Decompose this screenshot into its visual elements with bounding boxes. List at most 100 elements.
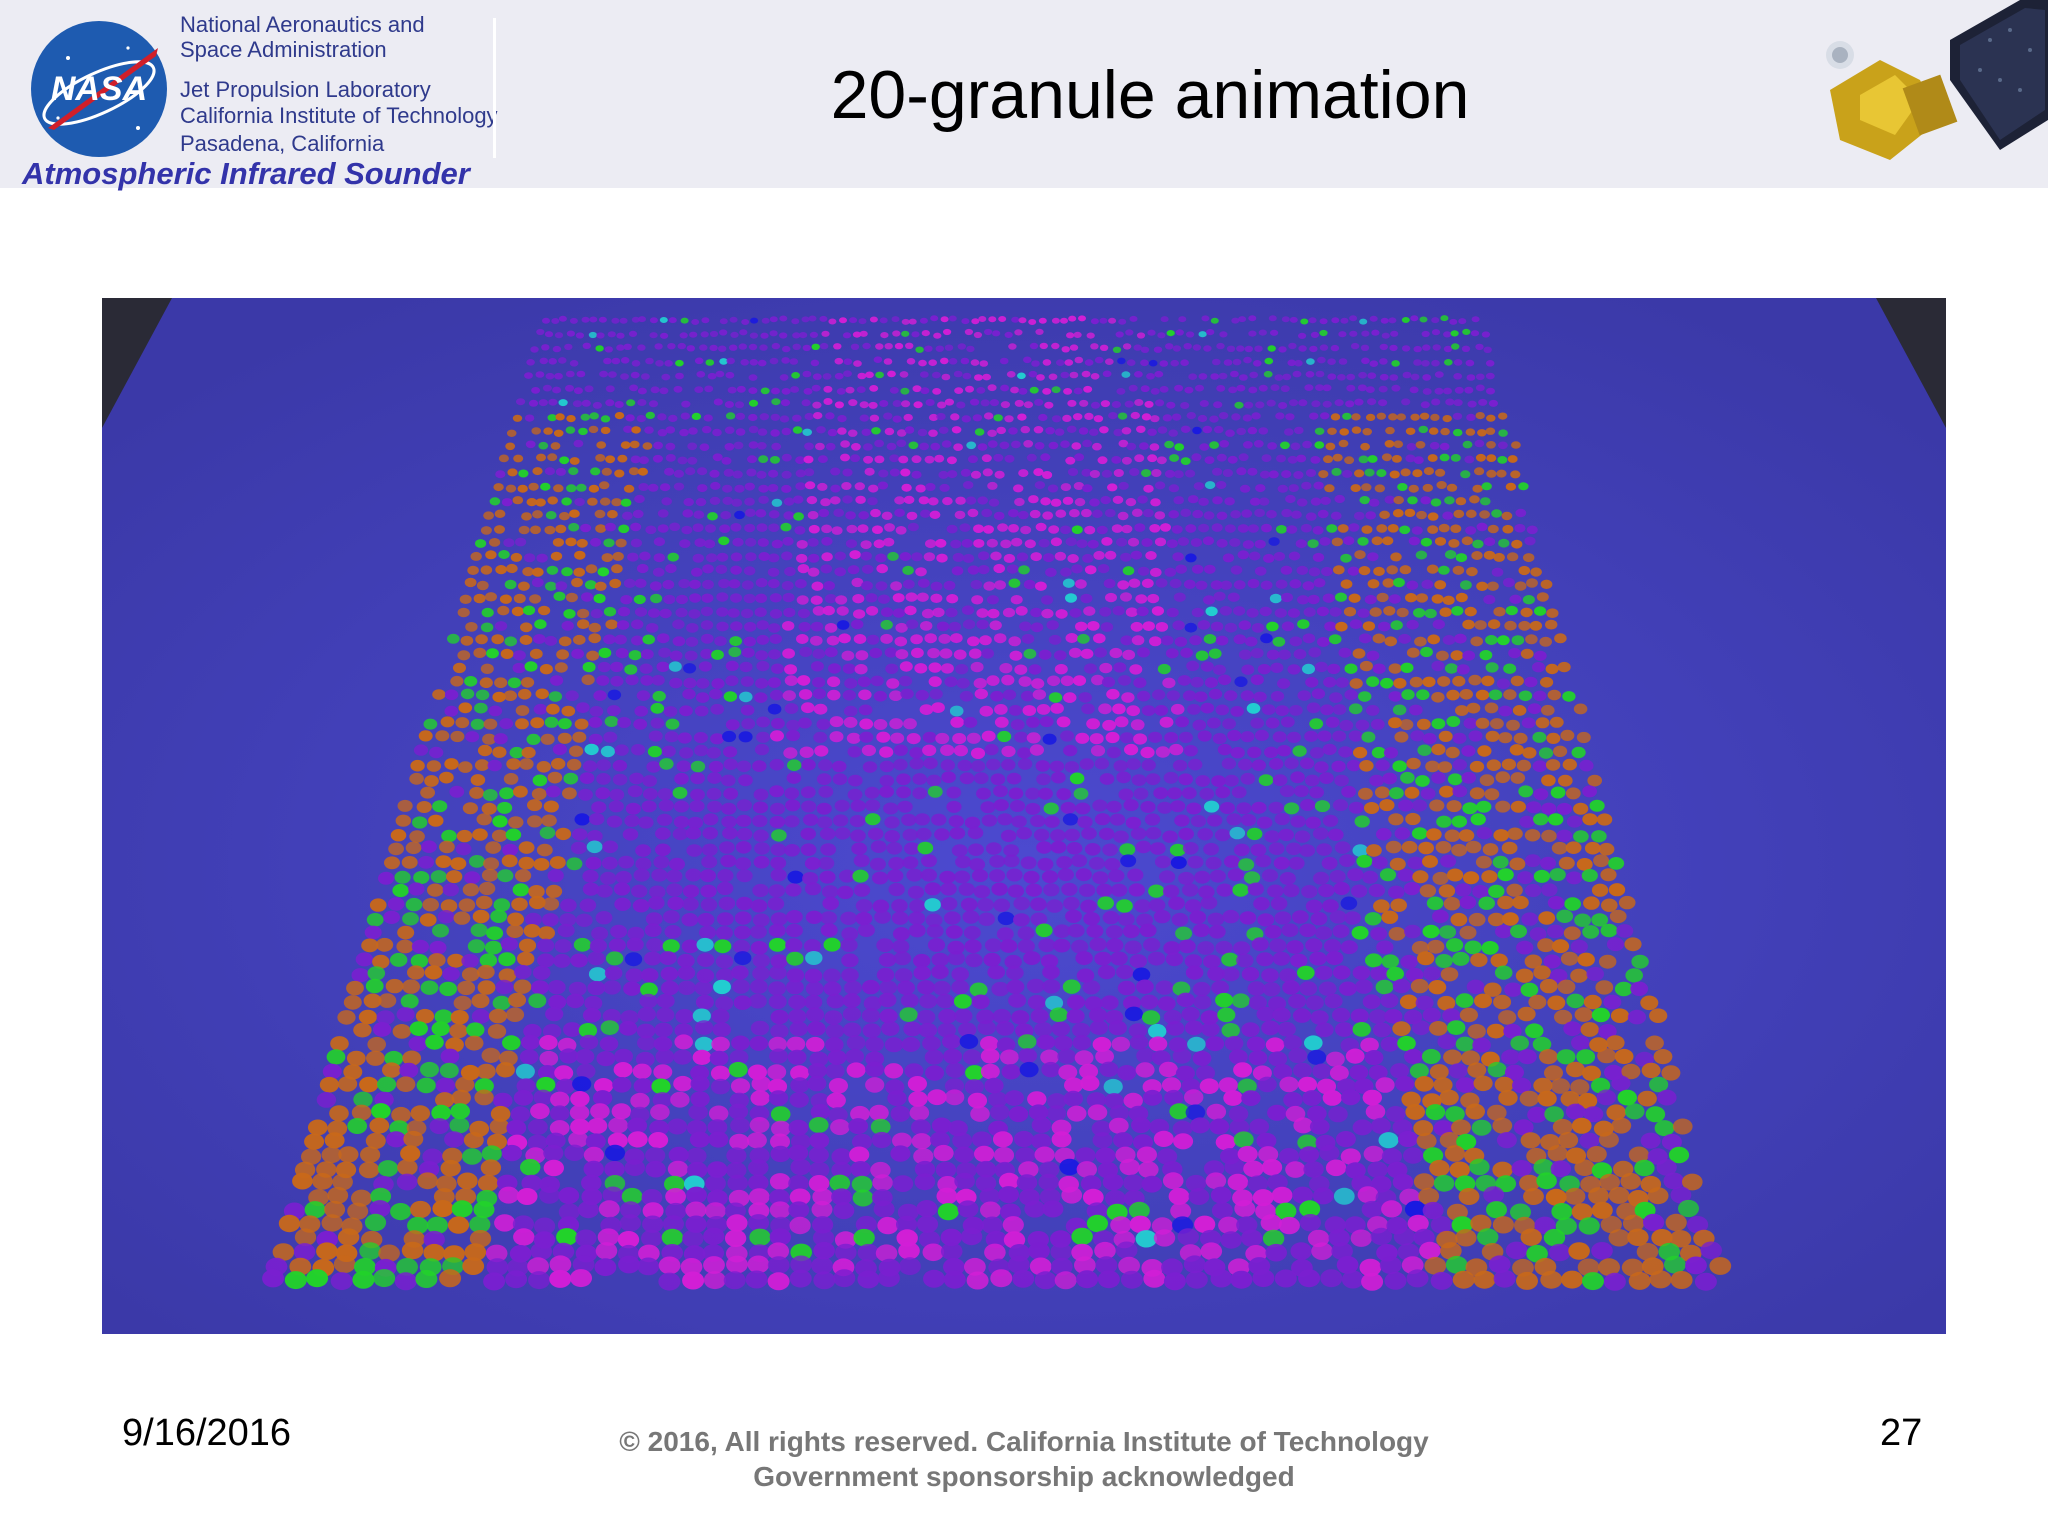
granule-point — [1342, 469, 1353, 478]
granule-point — [756, 731, 771, 743]
granule-point — [545, 1006, 564, 1022]
granule-point — [518, 525, 530, 535]
granule-point — [1362, 870, 1379, 884]
granule-point — [455, 717, 470, 729]
granule-point — [576, 483, 587, 492]
granule-point — [1358, 455, 1369, 464]
granule-point — [1406, 619, 1419, 630]
granule-point — [664, 925, 682, 939]
granule-point — [1190, 538, 1202, 547]
granule-point — [898, 675, 913, 687]
granule-point — [726, 1147, 747, 1164]
granule-point — [590, 608, 603, 619]
granule-point — [981, 730, 996, 742]
granule-point — [513, 454, 524, 463]
granule-point — [1185, 965, 1204, 980]
granule-point — [899, 661, 913, 672]
granule-point — [716, 621, 729, 632]
granule-point — [985, 842, 1002, 855]
granule-point — [622, 828, 639, 841]
granule-point — [576, 370, 586, 378]
granule-point — [1431, 359, 1440, 367]
granule-point — [526, 733, 541, 745]
granule-point — [824, 594, 837, 604]
granule-point — [530, 525, 541, 535]
granule-point — [587, 980, 606, 996]
granule-point — [801, 702, 815, 714]
granule-point — [1141, 759, 1156, 771]
granule-point — [1496, 678, 1510, 689]
granule-point — [1040, 497, 1051, 506]
granule-point — [514, 964, 532, 980]
granule-point — [1410, 730, 1425, 742]
granule-point — [1446, 938, 1464, 952]
granule-point — [902, 856, 919, 869]
granule-point — [1565, 841, 1582, 854]
granule-point — [487, 759, 502, 772]
granule-point — [813, 731, 828, 743]
granule-point — [1283, 1092, 1303, 1108]
granule-point — [1041, 595, 1053, 605]
granule-point — [964, 816, 981, 829]
granule-point — [1051, 1131, 1072, 1148]
granule-point — [1244, 636, 1258, 647]
granule-point — [958, 882, 975, 896]
granule-point — [857, 524, 869, 533]
granule-point — [1149, 636, 1162, 647]
granule-point — [1354, 469, 1365, 478]
granule-point — [490, 909, 508, 923]
granule-point — [506, 924, 524, 938]
granule-point — [752, 760, 767, 772]
granule-point — [607, 689, 622, 701]
granule-point — [996, 1021, 1015, 1036]
granule-point — [1148, 1036, 1168, 1052]
granule-point — [1269, 593, 1282, 604]
granule-point — [1562, 758, 1578, 771]
granule-point — [993, 414, 1003, 422]
granule-point — [1454, 633, 1467, 644]
granule-point — [1154, 370, 1164, 378]
granule-point — [1074, 356, 1084, 364]
granule-point — [1110, 951, 1128, 966]
granule-point — [669, 522, 681, 532]
granule-point — [553, 484, 564, 493]
granule-point — [1226, 813, 1242, 826]
granule-point — [600, 745, 615, 758]
granule-point — [1520, 1228, 1542, 1246]
granule-point — [1218, 674, 1232, 686]
granule-point — [625, 968, 644, 983]
granule-point — [1501, 511, 1513, 521]
granule-point — [1003, 854, 1020, 868]
granule-point — [1180, 359, 1189, 366]
granule-point — [1051, 386, 1061, 394]
granule-point — [1162, 830, 1178, 843]
granule-point — [1210, 373, 1220, 380]
granule-point — [1645, 1106, 1666, 1123]
granule-point — [911, 331, 920, 338]
granule-point — [1121, 427, 1132, 435]
granule-point — [1343, 536, 1355, 546]
granule-point — [1452, 785, 1468, 798]
granule-point — [502, 1035, 521, 1051]
granule-point — [1195, 384, 1204, 392]
granule-point — [1008, 524, 1019, 533]
granule-point — [892, 400, 902, 407]
granule-point — [732, 537, 744, 547]
granule-point — [415, 1270, 438, 1288]
granule-point — [1591, 830, 1607, 843]
granule-point — [1192, 426, 1202, 435]
granule-point — [1038, 787, 1053, 800]
granule-point — [557, 923, 575, 938]
granule-point — [553, 429, 564, 437]
granule-point — [1565, 1103, 1586, 1120]
granule-point — [986, 595, 999, 605]
granule-point — [896, 773, 911, 786]
granule-point — [1510, 772, 1526, 784]
granule-point — [843, 370, 852, 377]
granule-point — [609, 788, 625, 801]
granule-point — [636, 415, 646, 423]
granule-point — [1000, 1049, 1019, 1065]
granule-point — [612, 551, 624, 561]
granule-point — [1316, 606, 1329, 617]
granule-point — [1263, 370, 1273, 378]
